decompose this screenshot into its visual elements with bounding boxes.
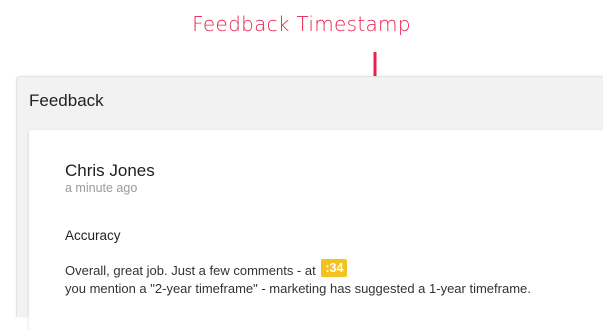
comment-body-line: you mention a "2-year timeframe" - marke… [65, 281, 531, 296]
timestamp-badge[interactable]: :34 [321, 259, 348, 277]
feedback-card: Chris Jones a minute ago Accuracy Overal… [29, 130, 603, 330]
panel-title: Feedback [29, 91, 104, 110]
feedback-panel: Feedback Chris Jones a minute ago Accura… [16, 76, 603, 330]
comment-section-label: Accuracy [65, 228, 121, 243]
comment-text: Overall, great job. Just a few comments … [65, 263, 316, 278]
annotation-label: Feedback Timestamp [192, 12, 411, 36]
comment-time: a minute ago [65, 181, 138, 195]
comment-author: Chris Jones [65, 161, 155, 180]
comment-body-line: Overall, great job. Just a few comments … [65, 259, 348, 280]
